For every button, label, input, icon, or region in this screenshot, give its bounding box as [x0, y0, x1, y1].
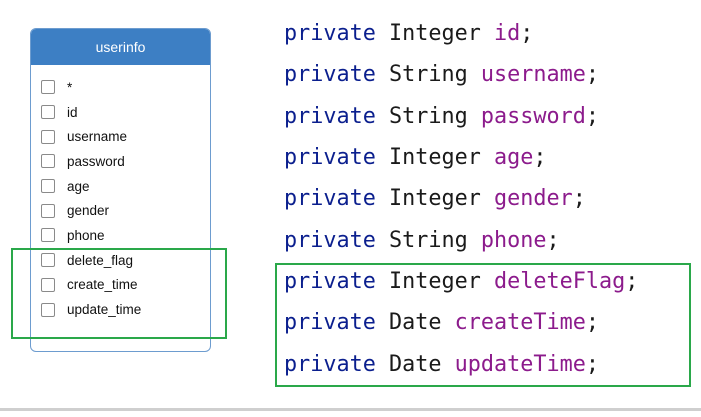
checkbox[interactable]	[41, 203, 55, 218]
code-type: Integer	[389, 145, 481, 171]
code-type: Integer	[389, 21, 481, 47]
field-row-id[interactable]: id	[41, 100, 141, 125]
code-line: private Integer age;	[284, 137, 638, 178]
checkbox[interactable]	[41, 80, 55, 95]
code-identifier: phone	[480, 227, 547, 253]
highlight-box-code-fields	[275, 263, 691, 387]
code-semicolon: ;	[585, 62, 599, 88]
field-row-phone[interactable]: phone	[41, 223, 141, 248]
field-label: gender	[67, 203, 110, 219]
code-type: Integer	[389, 186, 481, 212]
checkbox[interactable]	[41, 179, 55, 194]
code-semicolon: ;	[585, 103, 599, 129]
code-type: String	[389, 227, 468, 253]
code-type: String	[389, 103, 468, 129]
table-title: userinfo	[31, 29, 210, 65]
highlight-box-table-fields	[11, 248, 227, 339]
code-line: private String username;	[284, 54, 638, 95]
code-keyword: private	[284, 227, 376, 253]
field-row-gender[interactable]: gender	[41, 198, 141, 223]
code-identifier: gender	[494, 186, 573, 212]
code-line: private String password;	[284, 96, 638, 137]
code-semicolon: ;	[572, 186, 586, 212]
code-identifier: id	[494, 21, 521, 47]
code-line: private Integer id;	[284, 13, 638, 54]
checkbox[interactable]	[41, 105, 55, 120]
field-label: password	[67, 153, 125, 169]
checkbox[interactable]	[41, 228, 55, 243]
code-identifier: password	[480, 103, 586, 129]
checkbox[interactable]	[41, 129, 55, 144]
code-keyword: private	[284, 186, 376, 212]
code-type: String	[389, 62, 468, 88]
code-semicolon: ;	[533, 145, 547, 171]
code-identifier: age	[494, 145, 534, 171]
code-line: private String phone;	[284, 219, 638, 260]
code-keyword: private	[284, 21, 376, 47]
field-row-star[interactable]: *	[41, 75, 141, 100]
field-label: id	[67, 104, 78, 120]
code-keyword: private	[284, 145, 376, 171]
checkbox[interactable]	[41, 154, 55, 169]
field-row-age[interactable]: age	[41, 174, 141, 199]
code-semicolon: ;	[546, 227, 560, 253]
code-keyword: private	[284, 62, 376, 88]
code-semicolon: ;	[520, 21, 534, 47]
code-line: private Integer gender;	[284, 178, 638, 219]
field-label: *	[67, 79, 73, 95]
field-row-password[interactable]: password	[41, 149, 141, 174]
field-label: username	[67, 129, 128, 145]
bottom-divider	[0, 408, 701, 411]
code-keyword: private	[284, 103, 376, 129]
field-row-username[interactable]: username	[41, 124, 141, 149]
field-label: phone	[67, 227, 105, 243]
code-identifier: username	[480, 62, 586, 88]
field-label: age	[67, 178, 90, 194]
